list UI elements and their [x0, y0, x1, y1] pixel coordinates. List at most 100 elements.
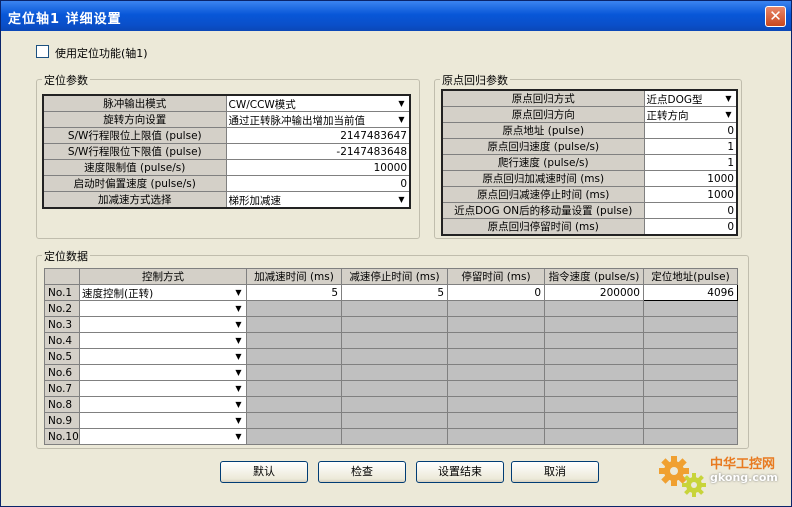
row-number: No.3	[44, 316, 80, 333]
chevron-down-icon[interactable]	[232, 334, 245, 347]
enable-positioning-checkbox[interactable]	[36, 45, 49, 58]
chevron-down-icon[interactable]	[232, 318, 245, 331]
control-mode-select[interactable]	[79, 412, 247, 429]
row-number: No.7	[44, 380, 80, 397]
column-header: 控制方式	[79, 268, 247, 285]
param-input[interactable]: 0	[643, 202, 738, 219]
param-select[interactable]: 通过正转脉冲输出增加当前值	[225, 111, 411, 128]
param-input[interactable]: 1	[643, 154, 738, 171]
check-button[interactable]: 检查	[318, 461, 406, 483]
control-mode-select[interactable]	[79, 332, 247, 349]
data-cell-decel[interactable]: 5	[341, 284, 448, 301]
chevron-down-icon[interactable]	[722, 108, 735, 121]
data-cell-dwell[interactable]: 0	[447, 284, 545, 301]
chevron-down-icon[interactable]	[232, 286, 245, 299]
chevron-down-icon[interactable]	[232, 366, 245, 379]
control-mode-select[interactable]	[79, 380, 247, 397]
data-cell-address[interactable]: 4096	[643, 284, 738, 301]
param-select-value: 梯形加减速	[228, 195, 282, 207]
positioning-params-row: 启动时偏置速度 (pulse/s) 0	[42, 175, 411, 192]
data-cell-disabled	[341, 412, 448, 429]
origin-params-row: 原点回归停留时间 (ms) 0	[441, 218, 738, 236]
param-label: 近点DOG ON后的移动量设置 (pulse)	[441, 202, 645, 219]
column-header	[44, 268, 80, 285]
param-select[interactable]: CW/CCW模式	[225, 94, 411, 112]
param-input[interactable]: 0	[225, 175, 411, 192]
param-input[interactable]: 0	[643, 218, 738, 236]
row-number: No.5	[44, 348, 80, 365]
positioning-params-row: 脉冲输出模式 CW/CCW模式	[42, 94, 411, 112]
param-input[interactable]: 1000	[643, 170, 738, 187]
chevron-down-icon[interactable]	[395, 97, 408, 110]
data-cell-disabled	[246, 348, 342, 365]
control-mode-select[interactable]	[79, 364, 247, 381]
title-bar[interactable]: 定位轴1 详细设置 ✕	[1, 1, 791, 31]
chevron-down-icon[interactable]	[232, 302, 245, 315]
param-input[interactable]: 10000	[225, 159, 411, 176]
data-cell-accel[interactable]: 5	[246, 284, 342, 301]
data-cell-disabled	[341, 428, 448, 445]
chevron-down-icon[interactable]	[722, 92, 735, 105]
param-select[interactable]: 正转方向	[643, 106, 738, 123]
chevron-down-icon[interactable]	[232, 430, 245, 443]
table-row: No.6	[44, 364, 738, 381]
close-icon: ✕	[769, 7, 782, 25]
enable-positioning-label[interactable]: 使用定位功能(轴1)	[55, 45, 148, 61]
control-mode-select[interactable]	[79, 348, 247, 365]
data-cell-disabled	[544, 428, 644, 445]
param-label: 原点回归方式	[441, 89, 645, 107]
chevron-down-icon[interactable]	[232, 414, 245, 427]
data-cell-disabled	[643, 300, 738, 317]
param-input[interactable]: 2147483647	[225, 127, 411, 144]
param-label: 原点地址 (pulse)	[441, 122, 645, 139]
table-row: No.10	[44, 428, 738, 445]
param-input[interactable]: 1	[643, 138, 738, 155]
origin-params-row: 近点DOG ON后的移动量设置 (pulse) 0	[441, 202, 738, 219]
param-select[interactable]: 近点DOG型	[643, 89, 738, 107]
finish-settings-button[interactable]: 设置结束	[416, 461, 504, 483]
data-cell-disabled	[643, 348, 738, 365]
window-title: 定位轴1 详细设置	[8, 12, 122, 27]
watermark-logo: 中华工控网 gkong.com	[656, 453, 786, 499]
param-select[interactable]: 梯形加减速	[225, 191, 411, 209]
control-mode-select[interactable]	[79, 428, 247, 445]
control-mode-select[interactable]: 速度控制(正转)	[79, 284, 247, 301]
param-input[interactable]: 0	[643, 122, 738, 139]
param-label: 启动时偏置速度 (pulse/s)	[42, 175, 227, 192]
data-cell-disabled	[544, 380, 644, 397]
watermark-url: gkong.com	[710, 471, 778, 484]
data-cell-disabled	[341, 364, 448, 381]
data-cell-disabled	[544, 364, 644, 381]
row-number: No.2	[44, 300, 80, 317]
control-mode-select[interactable]	[79, 316, 247, 333]
row-number: No.1	[44, 284, 80, 301]
chevron-down-icon[interactable]	[232, 350, 245, 363]
data-cell-disabled	[447, 348, 545, 365]
control-mode-select[interactable]	[79, 396, 247, 413]
data-cell-disabled	[246, 428, 342, 445]
data-cell-disabled	[544, 332, 644, 349]
param-input[interactable]: -2147483648	[225, 143, 411, 160]
data-cell-disabled	[447, 300, 545, 317]
origin-params-row: 原点回归方式 近点DOG型	[441, 89, 738, 107]
positioning-params-row: 旋转方向设置 通过正转脉冲输出增加当前值	[42, 111, 411, 128]
param-label: 原点回归速度 (pulse/s)	[441, 138, 645, 155]
close-button[interactable]: ✕	[765, 6, 786, 27]
control-mode-select[interactable]	[79, 300, 247, 317]
chevron-down-icon[interactable]	[395, 113, 408, 126]
data-cell-disabled	[544, 348, 644, 365]
chevron-down-icon[interactable]	[232, 382, 245, 395]
row-number: No.9	[44, 412, 80, 429]
default-button[interactable]: 默认	[220, 461, 308, 483]
cancel-button[interactable]: 取消	[511, 461, 599, 483]
data-cell-disabled	[447, 412, 545, 429]
data-cell-disabled	[447, 364, 545, 381]
param-input[interactable]: 1000	[643, 186, 738, 203]
row-number: No.6	[44, 364, 80, 381]
data-cell-speed[interactable]: 200000	[544, 284, 644, 301]
data-cell-disabled	[643, 380, 738, 397]
chevron-down-icon[interactable]	[395, 193, 408, 206]
chevron-down-icon[interactable]	[232, 398, 245, 411]
table-row: No.2	[44, 300, 738, 317]
param-select-value: 通过正转脉冲输出增加当前值	[228, 115, 366, 127]
